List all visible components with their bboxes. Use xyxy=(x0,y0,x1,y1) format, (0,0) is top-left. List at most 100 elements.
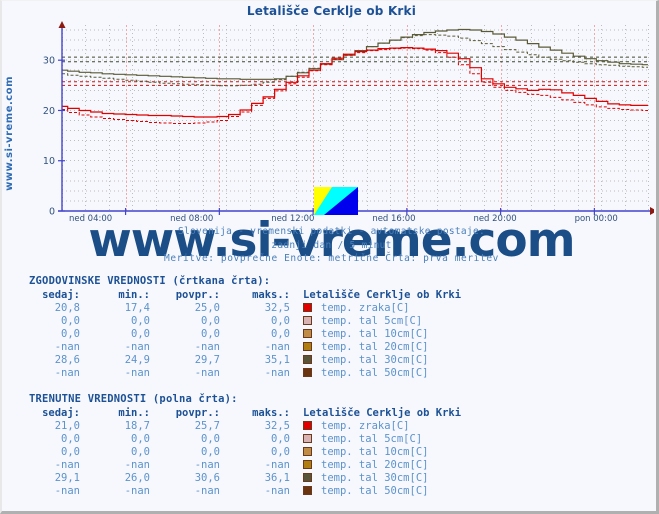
cell-maks: -nan xyxy=(264,341,290,353)
cell-povpr: 30,6 xyxy=(194,472,220,484)
legend-swatch-cell xyxy=(303,472,321,485)
legend-series-label: temp. tal 10cm[C] xyxy=(321,328,429,340)
subtitle-line-1: Slovenija - vremenski podatki - avtomats… xyxy=(178,226,485,237)
spacer-cell xyxy=(290,485,303,498)
cell-povpr: 0,0 xyxy=(201,328,220,340)
cell-povpr: 25,7 xyxy=(194,420,220,432)
cell-sedaj: 28,6 xyxy=(54,354,80,366)
current-table-heading: TRENUTNE VREDNOSTI (polna črta): xyxy=(29,393,238,405)
legend-color-swatch-icon xyxy=(303,473,312,482)
legend-color-swatch-icon xyxy=(303,421,312,430)
column-header-2: povpr.: xyxy=(175,289,220,301)
cell-min: -nan xyxy=(124,459,150,471)
table-row: 21,0 18,7 25,7 32,5 temp. zraka[C] xyxy=(2,420,461,433)
subtitle-line-3: Meritve: povprečne Enote: metrične Črta:… xyxy=(164,253,499,264)
x-tick-label-3: ned 16:00 xyxy=(372,214,416,224)
cell-sedaj: -nan xyxy=(54,459,80,471)
y-tick-label-2: 20 xyxy=(43,106,55,117)
spacer-cell xyxy=(290,433,303,446)
current-table: sedaj: min.: povpr.: maks.: Letališče Cerklj… xyxy=(2,407,461,498)
legend-series-label: temp. tal 30cm[C] xyxy=(321,354,429,366)
legend-series-label: temp. tal 5cm[C] xyxy=(321,315,423,327)
cell-povpr: 29,7 xyxy=(194,354,220,366)
legend-series-label: temp. tal 50cm[C] xyxy=(321,485,429,497)
legend-color-swatch-icon xyxy=(303,342,312,351)
cell-maks: 35,1 xyxy=(264,354,290,366)
cell-maks: 0,0 xyxy=(271,328,290,340)
cell-sedaj: 0,0 xyxy=(61,315,80,327)
legend-series-label: temp. tal 10cm[C] xyxy=(321,446,429,458)
y-tick-label-1: 10 xyxy=(43,156,55,167)
table-row: 20,8 17,4 25,0 32,5 temp. zraka[C] xyxy=(2,302,461,315)
cell-sedaj: 20,8 xyxy=(54,302,80,314)
page-title: Letališče Cerklje ob Krki xyxy=(246,4,417,18)
x-tick-label-1: ned 08:00 xyxy=(170,214,214,224)
legend-color-swatch-icon xyxy=(303,486,312,495)
legend-swatch-cell xyxy=(303,446,321,459)
table-row: -nan -nan -nan -nan temp. tal 50cm[C] xyxy=(2,485,461,498)
legend-color-swatch-icon xyxy=(303,368,312,377)
legend-series-label: temp. tal 50cm[C] xyxy=(321,367,429,379)
cell-povpr: 0,0 xyxy=(201,315,220,327)
legend-color-swatch-icon xyxy=(303,303,312,312)
legend-color-swatch-icon xyxy=(303,316,312,325)
legend-series-label: temp. tal 5cm[C] xyxy=(321,433,423,445)
cell-povpr: -nan xyxy=(194,485,220,497)
cell-sedaj: -nan xyxy=(54,367,80,379)
cell-maks: -nan xyxy=(264,485,290,497)
chart-page: Letališče Cerklje ob Krki www.si-vreme.c… xyxy=(0,0,659,514)
table-header-row: sedaj: min.: povpr.: maks.: Letališče Cerklj… xyxy=(2,289,461,302)
cell-povpr: 25,0 xyxy=(194,302,220,314)
legend-series-label: temp. zraka[C] xyxy=(321,420,410,432)
cell-maks: 32,5 xyxy=(264,420,290,432)
spacer-cell xyxy=(290,354,303,367)
y-tick-label-0: 0 xyxy=(49,207,55,218)
legend-swatch-cell xyxy=(303,354,321,367)
legend-swatch-cell xyxy=(303,420,321,433)
cell-povpr: 0,0 xyxy=(201,446,220,458)
spacer-cell xyxy=(290,289,303,302)
spacer-cell xyxy=(290,367,303,380)
cell-min: -nan xyxy=(124,367,150,379)
legend-color-swatch-icon xyxy=(303,329,312,338)
cell-povpr: -nan xyxy=(194,367,220,379)
table-row: 28,6 24,9 29,7 35,1 temp. tal 30cm[C] xyxy=(2,354,461,367)
cell-sedaj: 29,1 xyxy=(54,472,80,484)
cell-min: -nan xyxy=(124,485,150,497)
legend-swatch-cell xyxy=(303,433,321,446)
cell-sedaj: 21,0 xyxy=(54,420,80,432)
spacer-cell xyxy=(290,472,303,485)
cell-sedaj: 0,0 xyxy=(61,446,80,458)
site-watermark-vertical: www.si-vreme.com xyxy=(4,76,15,191)
cell-maks: 36,1 xyxy=(264,472,290,484)
table-row: 29,1 26,0 30,6 36,1 temp. tal 30cm[C] xyxy=(2,472,461,485)
series-3 xyxy=(62,34,648,87)
cell-sedaj: -nan xyxy=(54,485,80,497)
cell-maks: 0,0 xyxy=(271,446,290,458)
cell-min: 17,4 xyxy=(124,302,150,314)
cell-min: 24,9 xyxy=(124,354,150,366)
legend-swatch-cell xyxy=(303,485,321,498)
spacer-cell xyxy=(290,328,303,341)
y-tick-label-3: 30 xyxy=(43,56,55,67)
cell-min: 18,7 xyxy=(124,420,150,432)
table-row: -nan -nan -nan -nan temp. tal 20cm[C] xyxy=(2,341,461,354)
spacer-cell xyxy=(290,459,303,472)
legend-series-label: temp. tal 20cm[C] xyxy=(321,341,429,353)
cell-maks: -nan xyxy=(264,367,290,379)
spacer-cell xyxy=(290,420,303,433)
cell-min: 0,0 xyxy=(131,315,150,327)
table-row: 0,0 0,0 0,0 0,0 temp. tal 10cm[C] xyxy=(2,446,461,459)
cell-maks: -nan xyxy=(264,459,290,471)
legend-title: Letališče Cerklje ob Krki xyxy=(303,407,462,419)
spacer-cell xyxy=(290,446,303,459)
legend-series-label: temp. tal 30cm[C] xyxy=(321,472,429,484)
legend-color-swatch-icon xyxy=(303,447,312,456)
x-tick-label-4: ned 20:00 xyxy=(473,214,517,224)
column-header-3: maks.: xyxy=(252,289,290,301)
subtitle-line-2: zadnji dan / 5 minut xyxy=(271,239,392,251)
legend-color-swatch-icon xyxy=(303,460,312,469)
column-header-1: min.: xyxy=(118,289,150,301)
historical-table-heading: ZGODOVINSKE VREDNOSTI (črtkana črta): xyxy=(29,275,271,287)
legend-swatch-cell xyxy=(303,459,321,472)
